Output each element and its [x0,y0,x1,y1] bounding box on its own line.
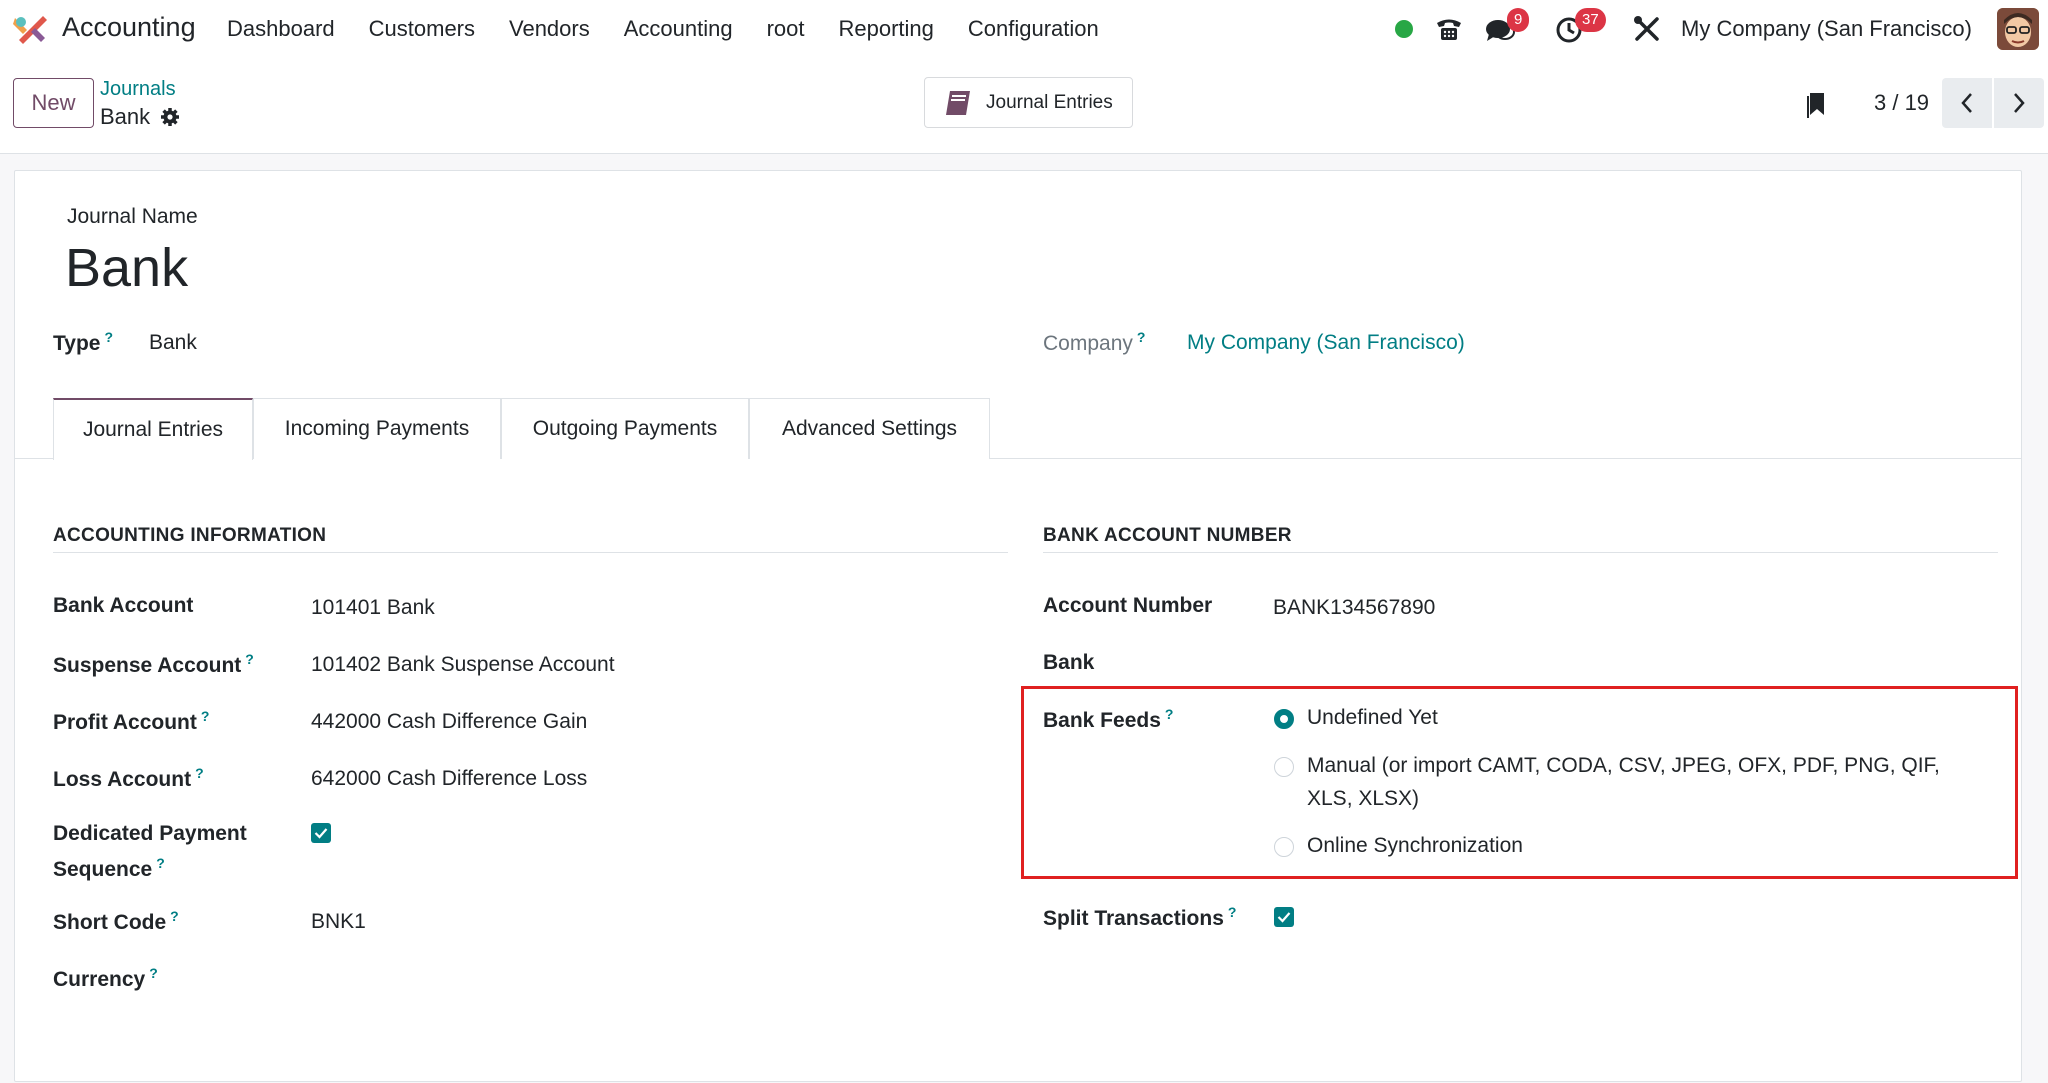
menu-customers[interactable]: Customers [369,16,475,42]
profit-account-label: Profit Account? [53,708,210,734]
loss-account-label: Loss Account? [53,765,204,791]
suspense-help-icon[interactable]: ? [245,651,254,667]
dedicated-sequence-label-line1: Dedicated Payment [53,822,247,845]
short-code-help-icon[interactable]: ? [170,908,179,924]
suspense-account-field[interactable]: 101402 Bank Suspense Account [311,653,615,677]
bank-account-number-title: BANK ACCOUNT NUMBER [1043,525,1292,546]
type-label: Type? [53,329,114,355]
pager-value[interactable]: 3 / 19 [1874,90,1929,116]
user-avatar[interactable] [1997,8,2039,50]
bank-account-field[interactable]: 101401 Bank [311,596,435,620]
menu-accounting[interactable]: Accounting [624,16,733,42]
dedicated-sequence-checkbox[interactable] [311,823,331,843]
presence-status-dot [1395,20,1413,38]
accounting-information-title: ACCOUNTING INFORMATION [53,525,327,546]
menu-vendors[interactable]: Vendors [509,16,590,42]
book-icon [946,90,970,115]
tab-journal-entries[interactable]: Journal Entries [53,398,253,460]
company-help-icon[interactable]: ? [1137,329,1146,345]
currency-help-icon[interactable]: ? [149,965,158,981]
smart-button-label: Journal Entries [986,91,1113,113]
control-panel: New Journals Bank Journal Entries 3 / 19 [0,58,2048,154]
company-label: Company? [1043,329,1146,355]
split-transactions-label: Split Transactions? [1043,904,1237,930]
journal-name-field[interactable]: Bank [65,237,188,299]
phone-icon[interactable] [1434,14,1464,44]
bank-label: Bank [1043,651,1095,674]
company-field[interactable]: My Company (San Francisco) [1187,331,1465,355]
split-help-icon[interactable]: ? [1228,904,1237,920]
breadcrumb-journals[interactable]: Journals [100,78,176,101]
short-code-label: Short Code? [53,908,179,934]
profit-account-field[interactable]: 442000 Cash Difference Gain [311,710,587,734]
tab-advanced-settings[interactable]: Advanced Settings [749,398,990,459]
split-transactions-checkbox[interactable] [1274,907,1294,927]
account-number-field[interactable]: BANK134567890 [1273,596,1435,620]
app-name[interactable]: Accounting [62,12,196,43]
menu-root[interactable]: root [767,16,805,42]
new-button[interactable]: New [13,78,94,128]
journal-name-label: Journal Name [67,205,198,228]
main-menu: Dashboard Customers Vendors Accounting r… [227,16,1133,42]
menu-reporting[interactable]: Reporting [839,16,934,42]
section-divider [53,552,1008,553]
type-help-icon[interactable]: ? [104,329,113,345]
chevron-right-icon [2014,93,2025,113]
menu-dashboard[interactable]: Dashboard [227,16,335,42]
form-sheet: Journal Name Bank Type? Bank Company? My… [14,170,2022,1082]
loss-help-icon[interactable]: ? [195,765,204,781]
dedicated-help-icon[interactable]: ? [156,855,165,871]
pager-next-button[interactable] [1994,78,2044,128]
account-number-label: Account Number [1043,594,1213,617]
menu-configuration[interactable]: Configuration [968,16,1099,42]
journal-entries-smart-button[interactable]: Journal Entries [924,77,1133,128]
checkmark-icon [314,828,328,839]
currency-label: Currency? [53,965,158,991]
loss-account-field[interactable]: 642000 Cash Difference Loss [311,767,587,791]
breadcrumb-current: Bank [100,104,151,129]
top-navbar: Accounting Dashboard Customers Vendors A… [0,0,2048,58]
type-field[interactable]: Bank [149,331,197,355]
currency-field[interactable] [311,967,611,993]
bookmark-icon[interactable] [1805,89,1827,119]
messages-badge: 9 [1507,8,1530,32]
tools-icon[interactable] [1632,14,1662,44]
profit-help-icon[interactable]: ? [201,708,210,724]
bank-feeds-highlight-box [1021,686,2018,879]
suspense-account-label: Suspense Account? [53,651,254,677]
chevron-left-icon [1961,93,1972,113]
bank-field[interactable] [1273,653,1673,679]
dedicated-sequence-label-line2: Sequence? [53,855,165,881]
notebook-tabs: Journal Entries Incoming Payments Outgoi… [15,398,2021,460]
section-divider [1043,552,1998,553]
company-switcher[interactable]: My Company (San Francisco) [1681,16,1972,42]
tab-outgoing-payments[interactable]: Outgoing Payments [501,398,749,459]
short-code-field[interactable]: BNK1 [311,910,366,934]
app-logo-icon[interactable] [13,14,47,44]
pager-previous-button[interactable] [1942,78,1992,128]
gear-icon[interactable] [160,107,180,127]
bank-account-label: Bank Account [53,594,194,617]
checkmark-icon [1277,912,1291,923]
activities-badge: 37 [1575,8,1606,32]
tab-incoming-payments[interactable]: Incoming Payments [253,398,501,459]
